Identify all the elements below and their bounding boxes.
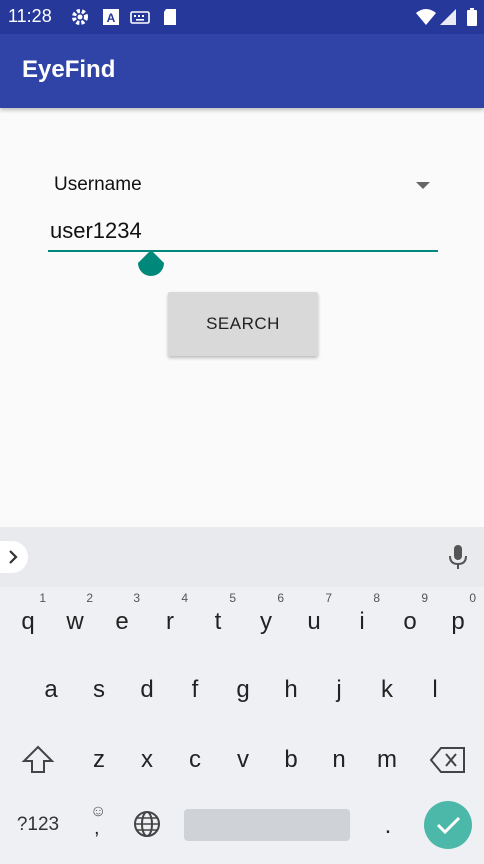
backspace-icon [429, 747, 465, 773]
key-q[interactable]: q1 [4, 591, 52, 653]
key-b[interactable]: b [267, 729, 315, 791]
key-g[interactable]: g [219, 659, 267, 721]
key-area: q1 w2 e3 r4 t5 y6 u7 i8 o9 p0 a s d f g … [0, 587, 484, 864]
battery-icon [467, 8, 477, 26]
text-cursor-handle-icon[interactable] [138, 250, 164, 280]
soft-keyboard: q1 w2 e3 r4 t5 y6 u7 i8 o9 p0 a s d f g … [0, 527, 484, 864]
key-w[interactable]: w2 [51, 591, 99, 653]
chevron-right-icon [9, 550, 18, 564]
shift-icon [21, 745, 55, 773]
key-c[interactable]: c [171, 729, 219, 791]
symbols-key[interactable]: ?123 [10, 805, 66, 845]
key-f[interactable]: f [171, 659, 219, 721]
checkmark-icon [436, 816, 461, 835]
keyboard-icon [130, 11, 150, 24]
app-title: EyeFind [22, 56, 116, 83]
key-j[interactable]: j [315, 659, 363, 721]
key-x[interactable]: x [123, 729, 171, 791]
shift-key[interactable] [14, 729, 62, 791]
a-app-icon: A [103, 9, 119, 25]
status-time: 11:28 [8, 6, 52, 26]
key-m[interactable]: m [363, 729, 411, 791]
emoji-comma-key[interactable]: ☺ , [74, 795, 122, 857]
key-d[interactable]: d [123, 659, 171, 721]
globe-icon[interactable] [132, 809, 162, 839]
key-i[interactable]: i8 [338, 591, 386, 653]
space-bar[interactable] [184, 809, 350, 841]
key-e[interactable]: e3 [98, 591, 146, 653]
key-r[interactable]: r4 [146, 591, 194, 653]
key-a[interactable]: a [27, 659, 75, 721]
svg-text:A: A [107, 11, 116, 25]
settings-icon [72, 9, 88, 25]
key-t[interactable]: t5 [194, 591, 242, 653]
search-input-text: user1234 [50, 218, 142, 243]
search-button[interactable]: SEARCH [168, 292, 318, 356]
app-bar: EyeFind [0, 34, 484, 108]
expand-toolbar-button[interactable] [0, 541, 28, 573]
key-o[interactable]: o9 [386, 591, 434, 653]
key-p[interactable]: p0 [434, 591, 482, 653]
key-k[interactable]: k [363, 659, 411, 721]
key-y[interactable]: y6 [242, 591, 290, 653]
key-n[interactable]: n [315, 729, 363, 791]
backspace-key[interactable] [424, 729, 472, 791]
wifi-icon [416, 9, 436, 25]
key-u[interactable]: u7 [290, 591, 338, 653]
signal-icon [440, 9, 456, 25]
input-underline [48, 250, 438, 252]
dropdown-arrow-icon [416, 182, 430, 189]
key-v[interactable]: v [219, 729, 267, 791]
mic-icon[interactable] [446, 543, 470, 571]
search-type-spinner[interactable]: Username [54, 170, 434, 202]
key-s[interactable]: s [75, 659, 123, 721]
spinner-selected-value: Username [54, 174, 142, 195]
period-key[interactable]: . [364, 795, 412, 857]
suggestion-strip [0, 527, 484, 588]
sd-card-icon [164, 9, 176, 25]
done-key[interactable] [424, 801, 472, 849]
key-h[interactable]: h [267, 659, 315, 721]
status-bar: 11:28 A [0, 0, 484, 34]
search-input[interactable]: user1234 [48, 216, 438, 252]
key-l[interactable]: l [411, 659, 459, 721]
